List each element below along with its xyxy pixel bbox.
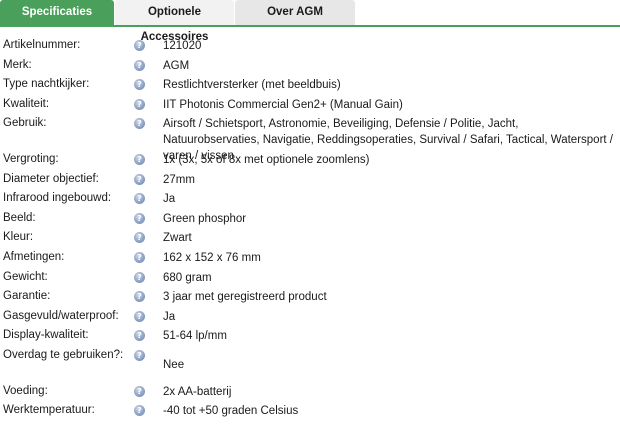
spec-value: 162 x 152 x 76 mm [163,251,261,264]
spec-row-voeding: Voeding: ? 2x AA-batterij [0,384,620,404]
spec-value: -40 tot +50 graden Celsius [163,405,299,418]
spec-label: Vergroting: [3,152,59,165]
spec-value: Restlichtversterker (met beeldbuis) [163,79,341,92]
info-icon[interactable]: ? [134,291,145,303]
spec-row-beeld: Beeld: ? Green phosphor [0,211,620,231]
specifications-list: Artikelnummer: ? 121020 Merk: ? AGM Type… [0,38,620,423]
spec-label: Gebruik: [3,117,47,130]
spec-label: Type nachtkijker: [3,78,90,91]
spec-row-kleur: Kleur: ? Zwart [0,230,620,250]
info-icon[interactable]: ? [134,271,145,283]
spec-label: Voeding: [3,384,48,397]
spec-label: Kwaliteit: [3,97,50,110]
spec-row-vergroting: Vergroting: ? 1x (3x, 5x of 8x met optio… [0,152,620,172]
spec-label: Afmetingen: [3,250,65,263]
spec-value: Ja [163,193,176,206]
spec-label: Gasgevuld/waterproof: [3,309,119,322]
spec-label: Kleur: [3,231,34,244]
spec-row-display-kwaliteit: Display-kwaliteit: ? 51-64 lp/mm [0,328,620,348]
spec-value: Nee [163,358,185,371]
tab-over-agm[interactable]: Over AGM [235,0,355,25]
info-icon[interactable]: ? [134,193,145,205]
spec-row-garantie: Garantie: ? 3 jaar met geregistreerd pro… [0,289,620,309]
info-icon[interactable]: ? [134,212,145,224]
spec-label: Gewicht: [3,270,48,283]
info-icon[interactable]: ? [134,40,145,51]
info-icon[interactable]: ? [134,232,145,244]
spec-value: 2x AA-batterij [163,385,232,398]
info-icon[interactable]: ? [134,59,145,71]
spec-label: Werktemperatuur: [3,404,95,417]
spec-label: Overdag te gebruiken?: [3,348,124,361]
spec-row-gasgevuld-waterproof: Gasgevuld/waterproof: ? Ja [0,309,620,329]
spec-label: Beeld: [3,211,36,224]
spec-row-merk: Merk: ? AGM [0,58,620,78]
spec-label: Diameter objectief: [3,172,99,185]
spec-value: Zwart [163,232,192,245]
spec-row-afmetingen: Afmetingen: ? 162 x 152 x 76 mm [0,250,620,270]
spec-row-diameter-objectief: Diameter objectief: ? 27mm [0,172,620,192]
spec-row-kwaliteit: Kwaliteit: ? IIT Photonis Commercial Gen… [0,97,620,117]
info-icon[interactable]: ? [134,385,145,397]
spec-label: Infrarood ingebouwd: [3,192,112,205]
tab-specificaties[interactable]: Specificaties [0,0,114,25]
info-icon[interactable]: ? [134,251,145,263]
spec-value: 27mm [163,173,195,186]
info-icon[interactable]: ? [134,153,145,165]
info-icon[interactable]: ? [134,310,145,322]
info-icon[interactable]: ? [134,173,145,185]
spec-label: Merk: [3,58,32,71]
spec-row-gebruik: Gebruik: ? Airsoft / Schietsport, Astron… [0,116,620,162]
spec-value: 3 jaar met geregistreerd product [163,291,327,304]
spec-row-artikelnummer: Artikelnummer: ? 121020 [0,38,620,58]
spec-row-gewicht: Gewicht: ? 680 gram [0,270,620,290]
spec-value: 1x (3x, 5x of 8x met optionele zoomlens) [163,153,370,166]
spec-label: Artikelnummer: [3,39,81,51]
info-icon[interactable]: ? [134,405,145,417]
info-icon[interactable]: ? [134,98,145,110]
spec-value: 121020 [163,40,202,52]
tab-optionele-accessoires[interactable]: Optionele Accessoires [115,0,234,43]
spec-value: Ja [163,310,176,323]
info-icon[interactable]: ? [134,349,145,361]
info-icon[interactable]: ? [134,330,145,342]
spec-value: AGM [163,59,190,72]
spec-row-type-nachtkijker: Type nachtkijker: ? Restlichtversterker … [0,77,620,97]
spec-value: Green phosphor [163,212,247,225]
info-icon[interactable]: ? [134,118,145,130]
spec-row-overdag-te-gebruiken: Overdag te gebruiken?: ? Nee [0,348,620,384]
info-icon[interactable]: ? [134,79,145,91]
spec-label: Garantie: [3,290,51,303]
spec-value: 51-64 lp/mm [163,330,227,343]
spec-value: 680 gram [163,271,212,284]
spec-row-werktemperatuur: Werktemperatuur: ? -40 tot +50 graden Ce… [0,403,620,423]
spec-value: IIT Photonis Commercial Gen2+ (Manual Ga… [163,98,403,111]
tab-underline [0,25,620,27]
tab-bar: Specificaties Optionele Accessoires Over… [0,0,620,43]
spec-label: Display-kwaliteit: [3,329,89,342]
spec-row-infrarood-ingebouwd: Infrarood ingebouwd: ? Ja [0,191,620,211]
